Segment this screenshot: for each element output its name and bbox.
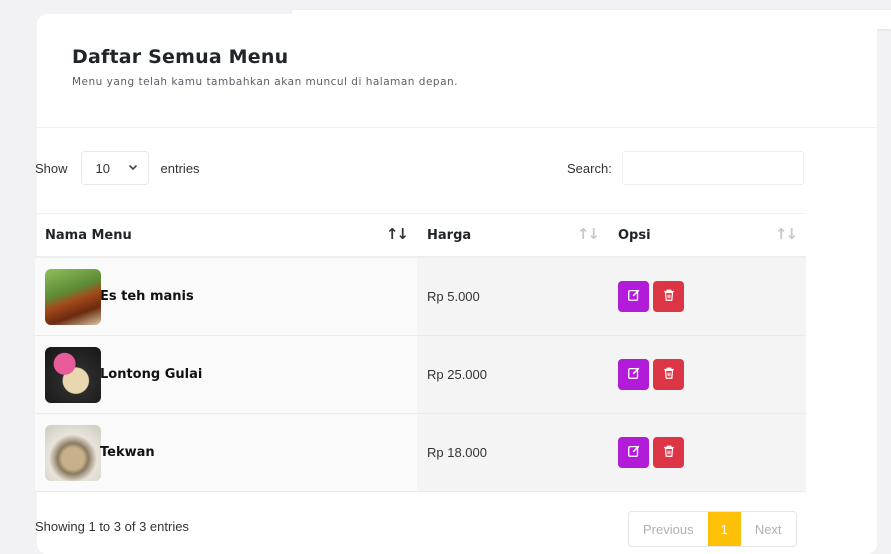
- page-subtitle: Menu yang telah kamu tambahkan akan munc…: [72, 76, 459, 88]
- table-header-row: Nama Menu ↑↓ Harga ↑↓ Opsi ↑↓: [35, 213, 806, 258]
- edit-button[interactable]: [618, 437, 649, 468]
- menu-name: Lontong Gulai: [100, 367, 203, 382]
- sort-arrows-icon: ↑↓: [576, 225, 600, 243]
- menu-price: Rp 5.000: [417, 257, 608, 336]
- pencil-square-icon: [627, 366, 641, 383]
- menu-price: Rp 25.000: [417, 335, 608, 414]
- menu-name: Tekwan: [100, 445, 155, 460]
- trash-icon: [662, 288, 676, 305]
- show-label: Show: [35, 160, 68, 176]
- menu-price: Rp 18.000: [417, 413, 608, 492]
- entries-label: entries: [160, 160, 200, 176]
- entries-select[interactable]: 10: [80, 151, 149, 185]
- header-divider: [37, 127, 877, 128]
- pencil-square-icon: [627, 444, 641, 461]
- column-header-nama-menu[interactable]: Nama Menu ↑↓: [35, 213, 417, 258]
- previous-page-button[interactable]: Previous: [629, 512, 708, 546]
- entries-length-control: Show 10 entries: [35, 150, 200, 186]
- column-header-harga[interactable]: Harga ↑↓: [417, 213, 608, 258]
- trash-icon: [662, 444, 676, 461]
- page-1-button[interactable]: 1: [707, 512, 741, 546]
- table-row: Tekwan Rp 18.000: [35, 413, 806, 492]
- column-header-opsi[interactable]: Opsi ↑↓: [608, 213, 806, 258]
- chevron-down-icon: [128, 162, 138, 175]
- column-label: Opsi: [618, 227, 651, 243]
- pagination: Previous 1 Next: [628, 511, 797, 547]
- column-label: Nama Menu: [45, 227, 132, 243]
- search-input[interactable]: [621, 151, 804, 185]
- menu-name: Es teh manis: [100, 289, 194, 304]
- iced-tea-photo: [45, 268, 101, 325]
- tekwan-photo: [45, 424, 101, 481]
- entries-select-value: 10: [95, 160, 110, 176]
- column-label: Harga: [427, 227, 472, 243]
- sort-arrows-icon: ↑↓: [774, 225, 798, 243]
- card-header: Daftar Semua Menu Menu yang telah kamu t…: [72, 46, 458, 88]
- delete-button[interactable]: [653, 437, 684, 468]
- lontong-gulai-photo: [45, 346, 101, 403]
- edit-button[interactable]: [618, 359, 649, 390]
- next-page-button[interactable]: Next: [741, 512, 796, 546]
- page-title: Daftar Semua Menu: [72, 46, 289, 68]
- search-control: Search:: [567, 150, 804, 186]
- table-info: Showing 1 to 3 of 3 entries: [35, 519, 189, 534]
- table-row: Es teh manis Rp 5.000: [35, 257, 806, 336]
- sort-arrows-icon: ↑↓: [385, 225, 409, 243]
- edit-button[interactable]: [618, 281, 649, 312]
- search-label: Search:: [567, 160, 612, 176]
- trash-icon: [662, 366, 676, 383]
- pencil-square-icon: [627, 288, 641, 305]
- menu-table: Nama Menu ↑↓ Harga ↑↓ Opsi ↑↓ Es teh man…: [35, 213, 806, 492]
- delete-button[interactable]: [653, 281, 684, 312]
- delete-button[interactable]: [653, 359, 684, 390]
- table-row: Lontong Gulai Rp 25.000: [35, 335, 806, 414]
